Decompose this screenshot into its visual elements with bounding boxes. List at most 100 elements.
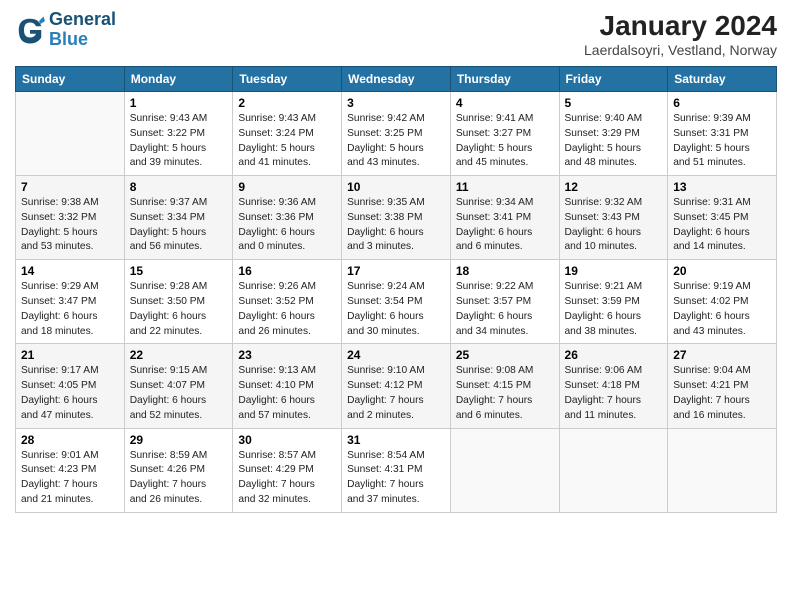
- day-cell: 3Sunrise: 9:42 AMSunset: 3:25 PMDaylight…: [342, 92, 451, 176]
- day-number: 24: [347, 348, 445, 362]
- day-cell: 9 Sunrise: 9:36 AMSunset: 3:36 PMDaylight…: [233, 176, 342, 260]
- header-cell-friday: Friday: [559, 67, 668, 92]
- day-info: Sunrise: 9:43 AMSunset: 3:24 PMDaylight:…: [238, 112, 336, 171]
- main-title: January 2024: [584, 10, 777, 42]
- day-number: 6: [673, 96, 771, 110]
- subtitle: Laerdalsoyri, Vestland, Norway: [584, 42, 777, 58]
- day-cell: 28 Sunrise: 9:01 AMSunset: 4:23 PMDayligh…: [16, 428, 125, 512]
- week-row-3: 14Sunrise: 9:29 AMSunset: 3:47 PMDayligh…: [16, 260, 777, 344]
- day-info: Sunrise: 9:13 AMSunset: 4:10 PMDaylight:…: [238, 364, 336, 423]
- day-cell: 12 Sunrise: 9:32 AMSunset: 3:43 PMDayligh…: [559, 176, 668, 260]
- day-number: 10: [347, 180, 445, 194]
- day-info: Sunrise: 9:42 AMSunset: 3:25 PMDaylight:…: [347, 112, 445, 171]
- day-number: 25: [456, 348, 554, 362]
- day-cell: 1 Sunrise: 9:43 AMSunset: 3:22 PMDaylight…: [124, 92, 233, 176]
- logo: General Blue: [15, 10, 116, 50]
- day-number: 2: [238, 96, 336, 110]
- day-number: 5: [565, 96, 663, 110]
- header-cell-tuesday: Tuesday: [233, 67, 342, 92]
- day-info: Sunrise: 9:06 AMSunset: 4:18 PMDaylight:…: [565, 364, 663, 423]
- day-info: Sunrise: 8:59 AMSunset: 4:26 PMDaylight:…: [130, 449, 228, 508]
- day-info: Sunrise: 9:36 AMSunset: 3:36 PMDaylight:…: [238, 196, 336, 255]
- day-info: Sunrise: 9:01 AMSunset: 4:23 PMDaylight:…: [21, 449, 119, 508]
- week-row-2: 7Sunrise: 9:38 AMSunset: 3:32 PMDaylight…: [16, 176, 777, 260]
- day-info: Sunrise: 9:28 AMSunset: 3:50 PMDaylight:…: [130, 280, 228, 339]
- day-number: 12: [565, 180, 663, 194]
- header-cell-thursday: Thursday: [450, 67, 559, 92]
- day-number: 16: [238, 264, 336, 278]
- day-info: Sunrise: 9:41 AMSunset: 3:27 PMDaylight:…: [456, 112, 554, 171]
- day-cell: 7Sunrise: 9:38 AMSunset: 3:32 PMDaylight…: [16, 176, 125, 260]
- day-number: 17: [347, 264, 445, 278]
- day-cell: 21 Sunrise: 9:17 AMSunset: 4:05 PMDayligh…: [16, 344, 125, 428]
- title-block: January 2024 Laerdalsoyri, Vestland, Nor…: [584, 10, 777, 58]
- day-number: 1: [130, 96, 228, 110]
- day-info: Sunrise: 9:08 AMSunset: 4:15 PMDaylight:…: [456, 364, 554, 423]
- week-row-5: 28 Sunrise: 9:01 AMSunset: 4:23 PMDayligh…: [16, 428, 777, 512]
- day-number: 28: [21, 433, 119, 447]
- day-info: Sunrise: 9:37 AMSunset: 3:34 PMDaylight:…: [130, 196, 228, 255]
- day-cell: 26Sunrise: 9:06 AMSunset: 4:18 PMDayligh…: [559, 344, 668, 428]
- day-cell: 20 Sunrise: 9:19 AMSunset: 4:02 PMDayligh…: [668, 260, 777, 344]
- day-info: Sunrise: 9:17 AMSunset: 4:05 PMDaylight:…: [21, 364, 119, 423]
- day-cell: [16, 92, 125, 176]
- day-info: Sunrise: 9:15 AMSunset: 4:07 PMDaylight:…: [130, 364, 228, 423]
- header-cell-wednesday: Wednesday: [342, 67, 451, 92]
- day-number: 14: [21, 264, 119, 278]
- day-cell: 11Sunrise: 9:34 AMSunset: 3:41 PMDayligh…: [450, 176, 559, 260]
- header-cell-sunday: Sunday: [16, 67, 125, 92]
- day-info: Sunrise: 9:24 AMSunset: 3:54 PMDaylight:…: [347, 280, 445, 339]
- day-cell: 25 Sunrise: 9:08 AMSunset: 4:15 PMDayligh…: [450, 344, 559, 428]
- day-info: Sunrise: 9:10 AMSunset: 4:12 PMDaylight:…: [347, 364, 445, 423]
- day-cell: 5 Sunrise: 9:40 AMSunset: 3:29 PMDaylight…: [559, 92, 668, 176]
- day-cell: 24 Sunrise: 9:10 AMSunset: 4:12 PMDayligh…: [342, 344, 451, 428]
- day-cell: 16 Sunrise: 9:26 AMSunset: 3:52 PMDayligh…: [233, 260, 342, 344]
- day-cell: 14Sunrise: 9:29 AMSunset: 3:47 PMDayligh…: [16, 260, 125, 344]
- day-number: 29: [130, 433, 228, 447]
- day-cell: 2 Sunrise: 9:43 AMSunset: 3:24 PMDaylight…: [233, 92, 342, 176]
- day-number: 4: [456, 96, 554, 110]
- week-row-1: 1 Sunrise: 9:43 AMSunset: 3:22 PMDaylight…: [16, 92, 777, 176]
- day-number: 9: [238, 180, 336, 194]
- header-cell-saturday: Saturday: [668, 67, 777, 92]
- header: General Blue January 2024 Laerdalsoyri, …: [15, 10, 777, 58]
- day-cell: 31Sunrise: 8:54 AMSunset: 4:31 PMDayligh…: [342, 428, 451, 512]
- day-number: 21: [21, 348, 119, 362]
- day-info: Sunrise: 9:39 AMSunset: 3:31 PMDaylight:…: [673, 112, 771, 171]
- day-number: 23: [238, 348, 336, 362]
- day-info: Sunrise: 9:22 AMSunset: 3:57 PMDaylight:…: [456, 280, 554, 339]
- page: General Blue January 2024 Laerdalsoyri, …: [0, 0, 792, 612]
- day-number: 18: [456, 264, 554, 278]
- header-row: SundayMondayTuesdayWednesdayThursdayFrid…: [16, 67, 777, 92]
- day-cell: [450, 428, 559, 512]
- day-info: Sunrise: 9:35 AMSunset: 3:38 PMDaylight:…: [347, 196, 445, 255]
- week-row-4: 21 Sunrise: 9:17 AMSunset: 4:05 PMDayligh…: [16, 344, 777, 428]
- day-info: Sunrise: 9:04 AMSunset: 4:21 PMDaylight:…: [673, 364, 771, 423]
- day-cell: 22 Sunrise: 9:15 AMSunset: 4:07 PMDayligh…: [124, 344, 233, 428]
- day-cell: [668, 428, 777, 512]
- day-number: 22: [130, 348, 228, 362]
- day-number: 31: [347, 433, 445, 447]
- day-number: 7: [21, 180, 119, 194]
- day-number: 13: [673, 180, 771, 194]
- day-info: Sunrise: 9:21 AMSunset: 3:59 PMDaylight:…: [565, 280, 663, 339]
- day-cell: 6 Sunrise: 9:39 AMSunset: 3:31 PMDaylight…: [668, 92, 777, 176]
- day-number: 30: [238, 433, 336, 447]
- day-info: Sunrise: 9:32 AMSunset: 3:43 PMDaylight:…: [565, 196, 663, 255]
- day-number: 27: [673, 348, 771, 362]
- day-cell: 10 Sunrise: 9:35 AMSunset: 3:38 PMDayligh…: [342, 176, 451, 260]
- day-number: 20: [673, 264, 771, 278]
- day-info: Sunrise: 9:19 AMSunset: 4:02 PMDaylight:…: [673, 280, 771, 339]
- logo-text: General Blue: [49, 10, 116, 50]
- day-info: Sunrise: 9:26 AMSunset: 3:52 PMDaylight:…: [238, 280, 336, 339]
- day-cell: [559, 428, 668, 512]
- header-cell-monday: Monday: [124, 67, 233, 92]
- day-cell: 19Sunrise: 9:21 AMSunset: 3:59 PMDayligh…: [559, 260, 668, 344]
- day-cell: 13 Sunrise: 9:31 AMSunset: 3:45 PMDayligh…: [668, 176, 777, 260]
- day-info: Sunrise: 9:43 AMSunset: 3:22 PMDaylight:…: [130, 112, 228, 171]
- day-number: 15: [130, 264, 228, 278]
- day-info: Sunrise: 9:40 AMSunset: 3:29 PMDaylight:…: [565, 112, 663, 171]
- logo-icon: [15, 15, 45, 45]
- day-info: Sunrise: 9:31 AMSunset: 3:45 PMDaylight:…: [673, 196, 771, 255]
- day-cell: 8Sunrise: 9:37 AMSunset: 3:34 PMDaylight…: [124, 176, 233, 260]
